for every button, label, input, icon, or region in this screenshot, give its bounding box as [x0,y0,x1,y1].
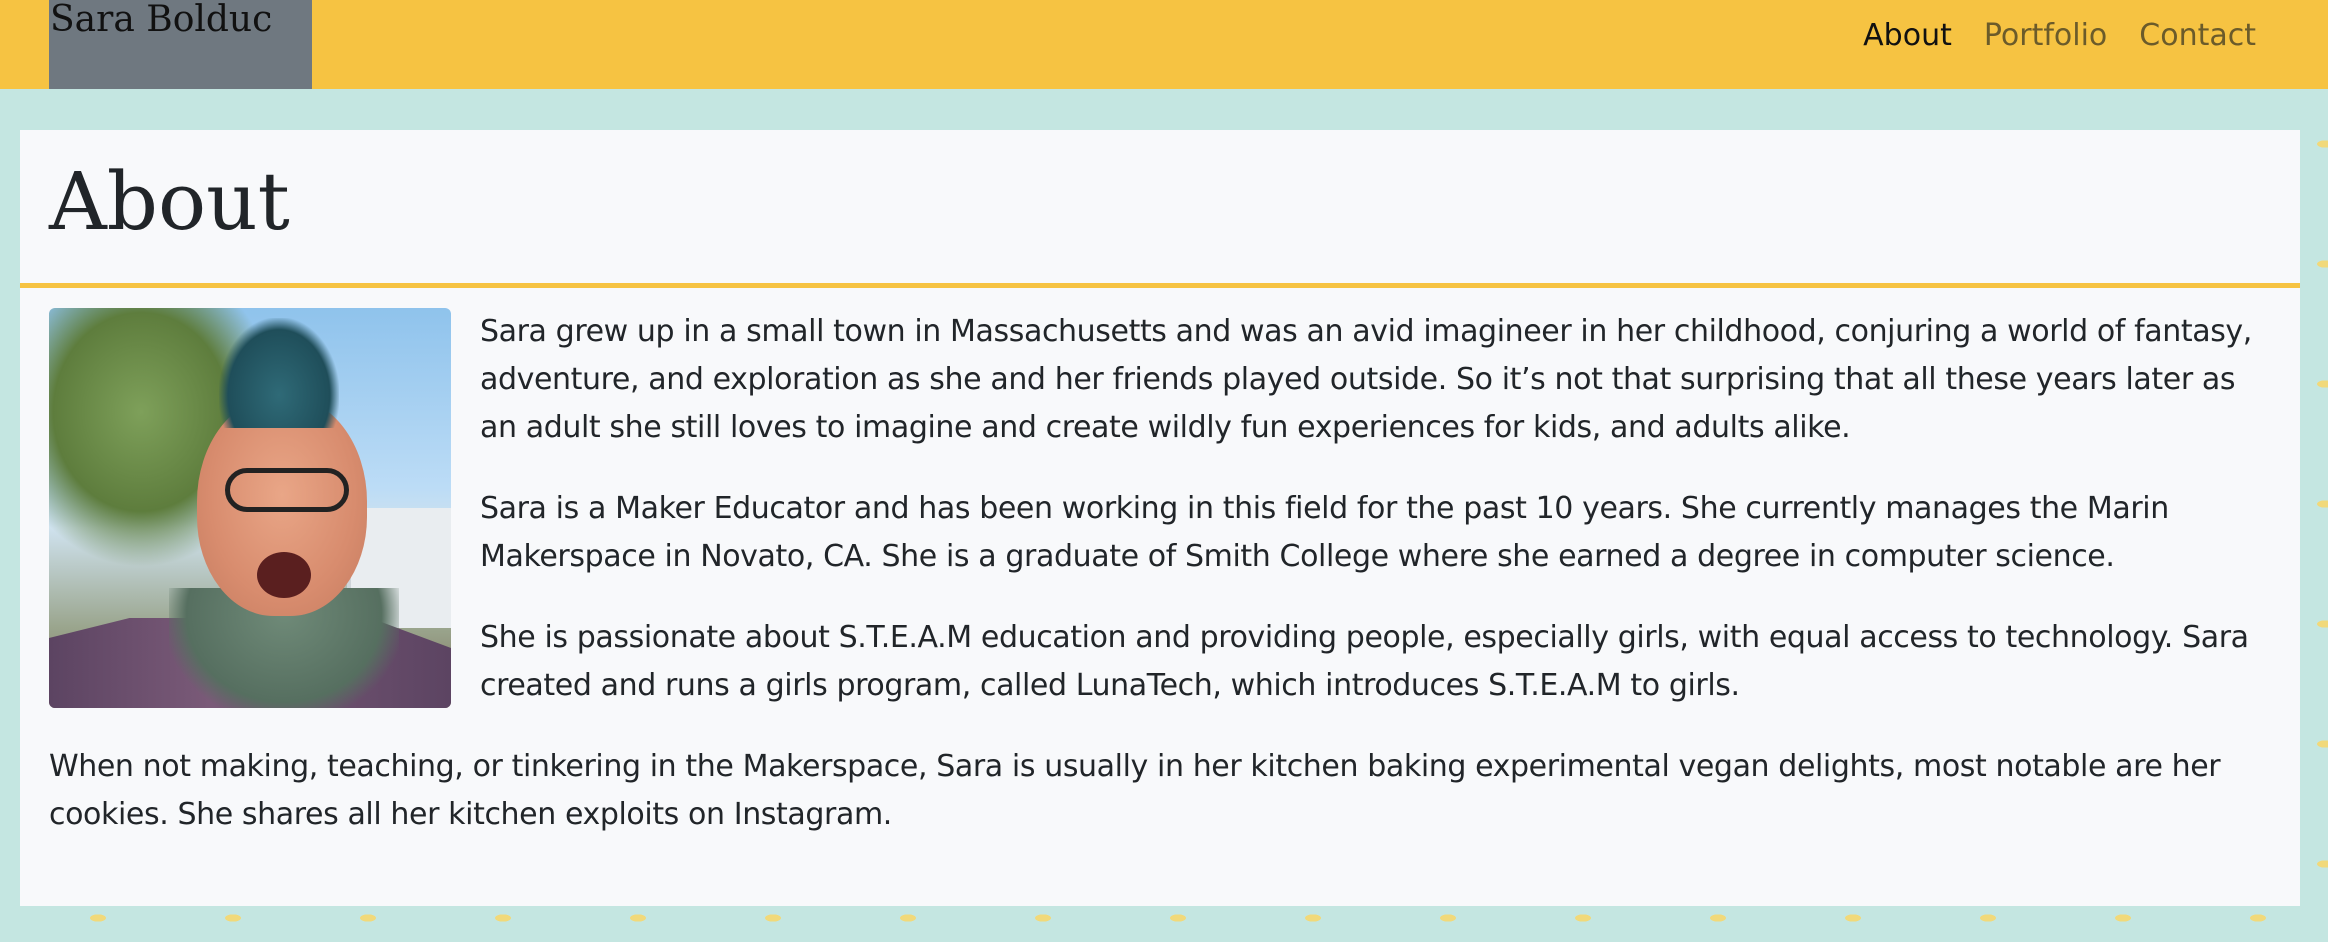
bio-paragraph: When not making, teaching, or tinkering … [49,749,2221,832]
photo-mouth [257,552,311,598]
card-body: Sara grew up in a small town in Massachu… [20,288,2300,839]
card-header: About [20,130,2300,288]
photo-hair [219,318,339,428]
nav-link-about[interactable]: About [1863,18,1952,54]
main-nav: About Portfolio Contact [1863,18,2256,54]
nav-link-portfolio[interactable]: Portfolio [1984,18,2107,54]
site-brand[interactable]: Sara Bolduc [49,0,312,89]
photo-glasses [225,468,349,512]
profile-photo [49,308,451,708]
about-card: About Sara grew up in a small town in Ma… [20,130,2300,906]
navbar: Sara Bolduc About Portfolio Contact [0,0,2328,89]
page-title: About [49,155,290,248]
nav-link-contact[interactable]: Contact [2139,18,2256,54]
